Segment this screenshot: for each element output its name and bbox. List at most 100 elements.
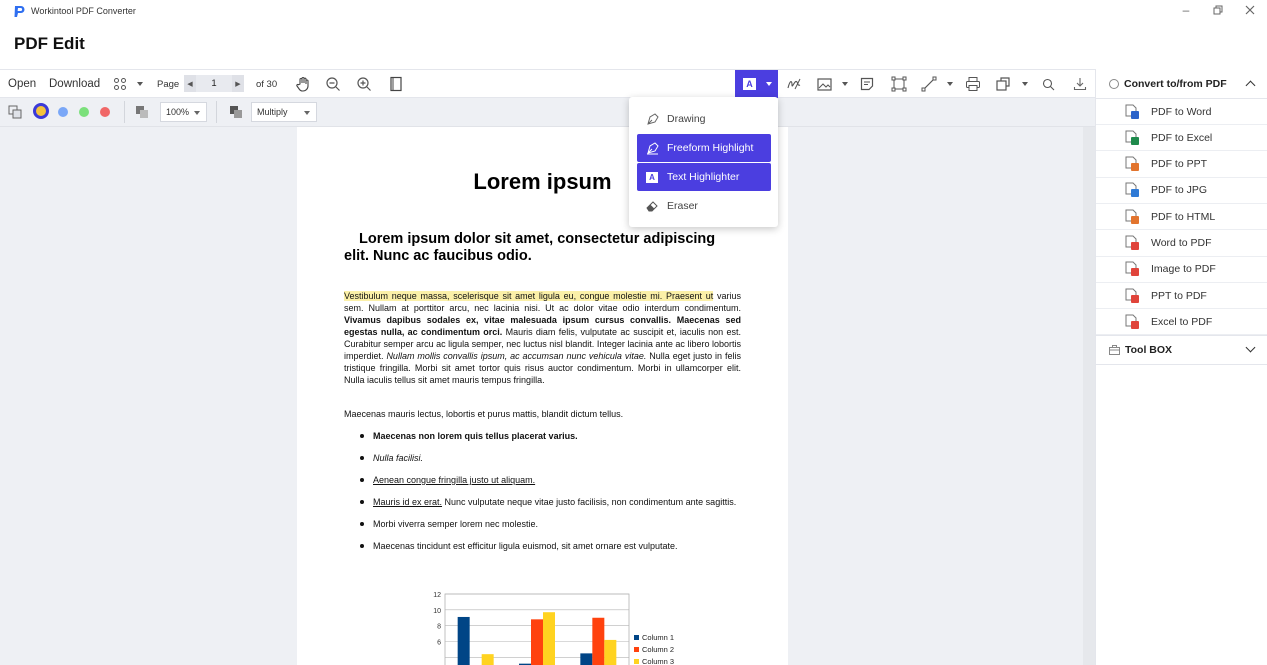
- convert-item[interactable]: PDF to Word: [1096, 99, 1267, 125]
- share-icon[interactable]: [993, 74, 1013, 94]
- bullet-link[interactable]: Mauris id ex erat.: [373, 497, 442, 507]
- ppt-file-icon: [1124, 156, 1140, 172]
- main-toolbar: Open Download Page ◀ 1 ▶ of 30 A: [0, 69, 1095, 98]
- highlighted-text[interactable]: Vestibulum neque massa, scelerisque sit …: [344, 291, 714, 301]
- document-viewer[interactable]: Lorem ipsum Lorem ipsum dolor sit amet, …: [0, 127, 1095, 665]
- fit-page-icon[interactable]: [386, 74, 406, 94]
- chart-bar: [481, 654, 494, 665]
- minimize-icon[interactable]: –: [1179, 2, 1193, 18]
- toolbox-icon: [1109, 345, 1120, 355]
- thumbnails-dropdown-icon[interactable]: [137, 82, 143, 86]
- textbox-icon[interactable]: [889, 74, 909, 94]
- download-button[interactable]: Download: [49, 70, 100, 98]
- zoom-in-icon[interactable]: [354, 74, 374, 94]
- toolbox-section-header[interactable]: Tool BOX: [1096, 335, 1267, 365]
- convert-section-header[interactable]: Convert to/from PDF: [1096, 69, 1267, 99]
- menu-item-eraser[interactable]: Eraser: [637, 192, 771, 220]
- convert-item[interactable]: PDF to JPG: [1096, 178, 1267, 204]
- opacity-icon[interactable]: [132, 102, 152, 122]
- convert-item[interactable]: PPT to PDF: [1096, 283, 1267, 310]
- close-icon[interactable]: [1243, 2, 1257, 18]
- viewer-scrollbar[interactable]: [1083, 127, 1095, 665]
- convert-item-label: PPT to PDF: [1151, 289, 1207, 302]
- menu-item-drawing[interactable]: Drawing: [637, 105, 771, 133]
- line-dropdown-icon[interactable]: [947, 82, 953, 86]
- chevron-down-icon: [194, 111, 200, 115]
- bullet-text: Maecenas non lorem quis tellus placerat …: [373, 431, 578, 441]
- chevron-down-icon: [304, 111, 310, 115]
- blend-mode-value: Multiply: [257, 107, 288, 117]
- highlighter-icon: [645, 141, 659, 155]
- color-swatch-green[interactable]: [79, 107, 89, 117]
- color-swatch-red[interactable]: [100, 107, 110, 117]
- zoom-out-icon[interactable]: [323, 74, 343, 94]
- open-button[interactable]: Open: [8, 70, 36, 98]
- image-dropdown-icon[interactable]: [842, 82, 848, 86]
- share-dropdown-icon[interactable]: [1022, 82, 1028, 86]
- chart-bar: [531, 619, 543, 665]
- pdf-file-icon: [1124, 261, 1140, 277]
- shape-style-icon[interactable]: [5, 102, 25, 122]
- convert-item-label: Image to PDF: [1151, 263, 1216, 276]
- convert-item[interactable]: PDF to HTML: [1096, 204, 1267, 231]
- doc-paragraph-1[interactable]: Vestibulum neque massa, scelerisque sit …: [344, 290, 741, 386]
- highlight-tool-button[interactable]: A: [735, 70, 778, 98]
- convert-item[interactable]: PDF to Excel: [1096, 125, 1267, 152]
- menu-item-label: Drawing: [667, 113, 706, 125]
- menu-item-label: Text Highlighter: [667, 171, 740, 183]
- page-number-input[interactable]: 1: [196, 75, 232, 92]
- color-swatch-yellow[interactable]: [33, 103, 49, 119]
- convert-item-label: PDF to Word: [1151, 105, 1212, 118]
- chart-legend-swatch: [634, 647, 639, 652]
- prev-page-button[interactable]: ◀: [184, 75, 196, 92]
- restore-icon[interactable]: [1211, 2, 1225, 18]
- convert-item[interactable]: Excel to PDF: [1096, 309, 1267, 336]
- color-swatch-blue[interactable]: [58, 107, 68, 117]
- image-icon[interactable]: [814, 74, 834, 94]
- text-highlight-icon: A: [743, 78, 756, 90]
- bullet-text: Morbi viverra semper lorem nec molestie.: [373, 519, 539, 529]
- title-bar: Workintool PDF Converter –: [0, 0, 1267, 22]
- note-icon[interactable]: [857, 74, 877, 94]
- eraser-icon: [645, 199, 659, 213]
- hand-tool-icon[interactable]: [293, 74, 313, 94]
- menu-item-label: Eraser: [667, 200, 698, 212]
- pdf-file-icon: [1124, 235, 1140, 251]
- bullet-link[interactable]: Aenean congue fringilla justo ut aliquam…: [373, 475, 535, 485]
- convert-section-title: Convert to/from PDF: [1124, 77, 1227, 90]
- list-item: Aenean congue fringilla justo ut aliquam…: [360, 474, 743, 486]
- chart-legend-label: Column 3: [642, 657, 674, 665]
- convert-item[interactable]: Word to PDF: [1096, 231, 1267, 257]
- opacity-select[interactable]: 100%: [160, 102, 207, 122]
- excel-file-icon: [1124, 130, 1140, 146]
- print-icon[interactable]: [963, 74, 983, 94]
- chart-legend-label: Column 1: [642, 633, 674, 642]
- line-tool-icon[interactable]: [919, 74, 939, 94]
- convert-item-label: PDF to Excel: [1151, 131, 1213, 144]
- convert-item[interactable]: Image to PDF: [1096, 257, 1267, 283]
- menu-item-label: Freeform Highlight: [667, 142, 754, 154]
- chevron-down-icon[interactable]: [1245, 342, 1256, 353]
- list-item: Maecenas tincidunt est efficitur ligula …: [360, 540, 743, 552]
- search-icon[interactable]: [1038, 74, 1058, 94]
- chevron-up-icon[interactable]: [1245, 80, 1256, 91]
- next-page-button[interactable]: ▶: [232, 75, 244, 92]
- save-download-icon[interactable]: [1070, 74, 1090, 94]
- signature-icon[interactable]: [784, 74, 804, 94]
- chevron-down-icon: [766, 82, 772, 86]
- menu-item-text-highlighter[interactable]: A Text Highlighter: [637, 163, 771, 191]
- convert-item-label: PDF to HTML: [1151, 210, 1216, 223]
- pdf-file-icon: [1124, 288, 1140, 304]
- convert-icon: [1109, 78, 1119, 89]
- list-item: Nulla facilisi.: [360, 452, 743, 464]
- doc-bullet-list: Maecenas non lorem quis tellus placerat …: [360, 430, 743, 562]
- opacity-value: 100%: [166, 107, 190, 117]
- page-label: Page: [157, 78, 180, 90]
- convert-item[interactable]: PDF to PPT: [1096, 152, 1267, 178]
- blend-mode-icon[interactable]: [226, 102, 246, 122]
- menu-item-freeform-highlight[interactable]: Freeform Highlight: [637, 134, 771, 162]
- app-title: Workintool PDF Converter: [31, 6, 136, 16]
- blend-mode-select[interactable]: Multiply: [251, 102, 317, 122]
- thumbnails-icon[interactable]: [110, 74, 130, 94]
- bullet-text: Nulla facilisi.: [373, 453, 424, 463]
